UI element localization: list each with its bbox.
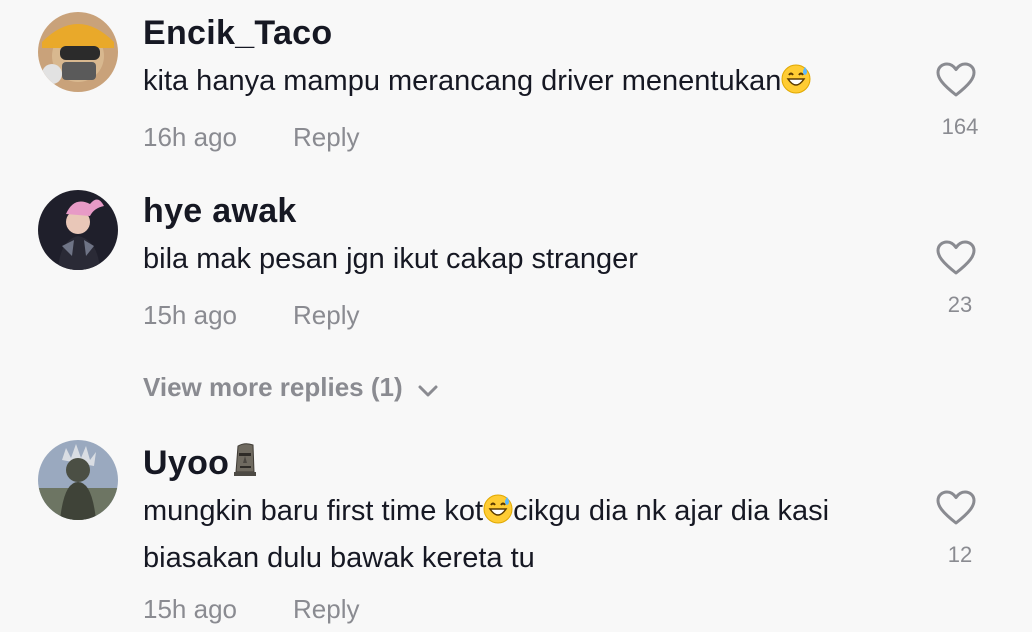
comment-username[interactable]: Uyoo: [143, 442, 259, 485]
comment-username[interactable]: Encik_Taco: [143, 14, 332, 53]
view-more-replies-button[interactable]: View more replies (1): [143, 372, 439, 405]
comment-username[interactable]: hye awak: [143, 192, 297, 231]
avatar[interactable]: [38, 440, 118, 520]
comment-timestamp: 15h ago: [143, 594, 237, 624]
comment-item: hye awak bila mak pesan jgn ikut cakap s…: [0, 178, 1032, 348]
like-button[interactable]: [936, 62, 976, 98]
chevron-down-icon: [417, 374, 439, 405]
avatar-image: [38, 190, 118, 270]
like-button[interactable]: [936, 240, 976, 276]
comment-item: Encik_Taco kita hanya mampu merancang dr…: [0, 0, 1032, 170]
grinning-sweat-icon: [781, 64, 811, 107]
comment-timestamp: 16h ago: [143, 122, 237, 152]
comment-text-part: kita hanya mampu merancang driver menent…: [143, 65, 782, 97]
avatar-image: [38, 440, 118, 520]
username-text: Encik_Taco: [143, 14, 333, 52]
moai-icon: [231, 442, 259, 485]
username-text: Uyoo: [143, 444, 230, 482]
comment-text-part: bila mak pesan jgn ikut cakap stranger: [143, 243, 638, 275]
username-text: hye awak: [143, 192, 297, 230]
avatar-image: [38, 12, 118, 92]
view-more-label: View more replies (1): [143, 372, 403, 402]
comment-text: kita hanya mampu merancang driver menent…: [143, 60, 903, 107]
comment-text-part: mungkin baru first time kot: [143, 495, 484, 527]
like-count: 164: [941, 114, 979, 139]
like-count: 12: [947, 542, 973, 567]
heart-icon: [936, 240, 976, 275]
reply-button[interactable]: Reply: [293, 594, 359, 625]
heart-icon: [936, 62, 976, 97]
comment-timestamp: 15h ago: [143, 300, 237, 330]
comment-text-line2: biasakan dulu bawak kereta tu: [143, 542, 535, 574]
comment-text-part: cikgu dia nk ajar dia kasi: [513, 495, 830, 527]
comment-item: Uyoo mungkin baru first time kot cikgu d…: [0, 428, 1032, 632]
like-count: 23: [947, 292, 973, 317]
avatar[interactable]: [38, 12, 118, 92]
like-button[interactable]: [936, 490, 976, 526]
grinning-sweat-icon: [483, 494, 513, 537]
reply-button[interactable]: Reply: [293, 300, 359, 331]
reply-button[interactable]: Reply: [293, 122, 359, 153]
comment-text: mungkin baru first time kot cikgu dia nk…: [143, 490, 903, 580]
heart-icon: [936, 490, 976, 525]
avatar[interactable]: [38, 190, 118, 270]
comment-text: bila mak pesan jgn ikut cakap stranger: [143, 238, 903, 281]
